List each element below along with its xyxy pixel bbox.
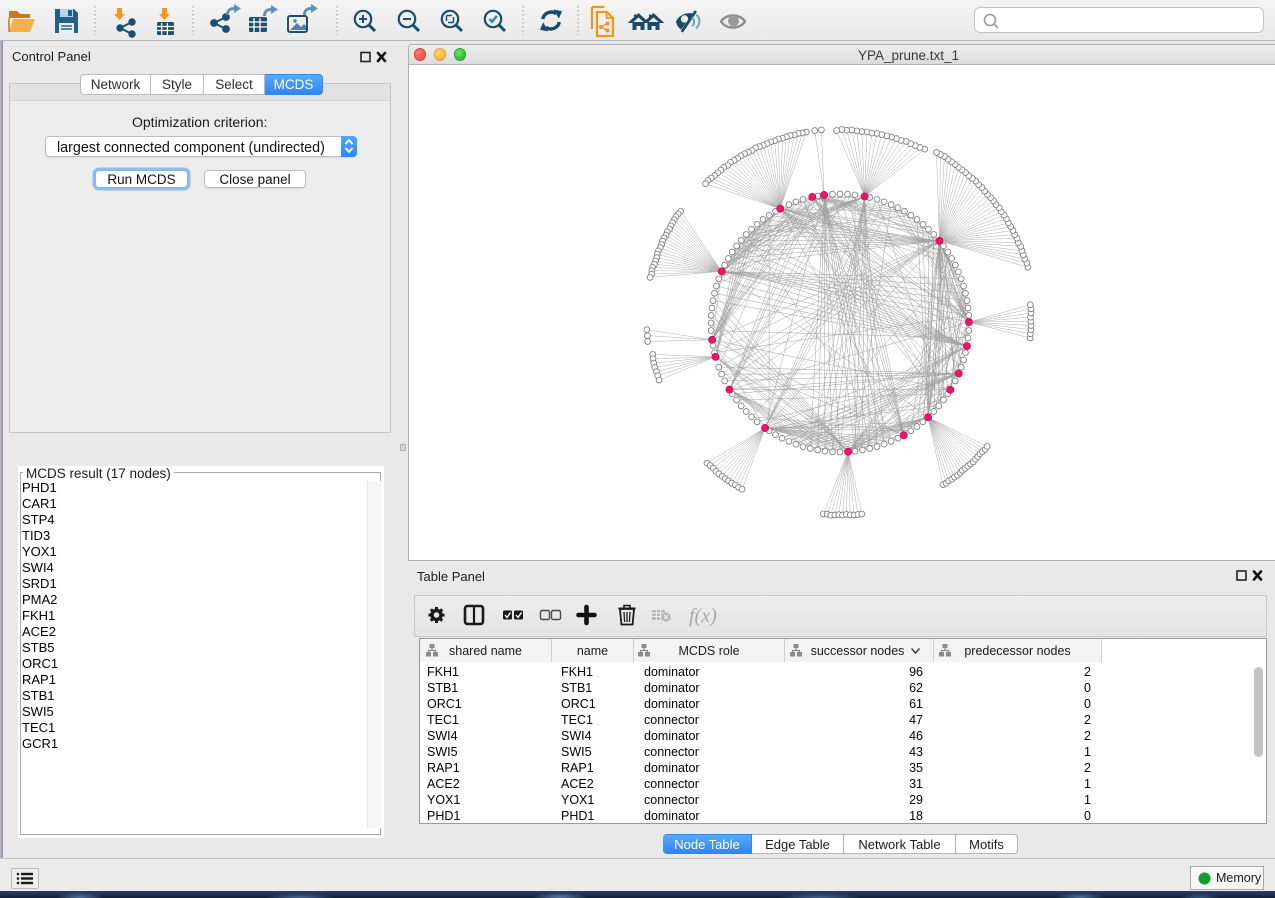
svg-text:f(x): f(x) bbox=[689, 605, 717, 627]
